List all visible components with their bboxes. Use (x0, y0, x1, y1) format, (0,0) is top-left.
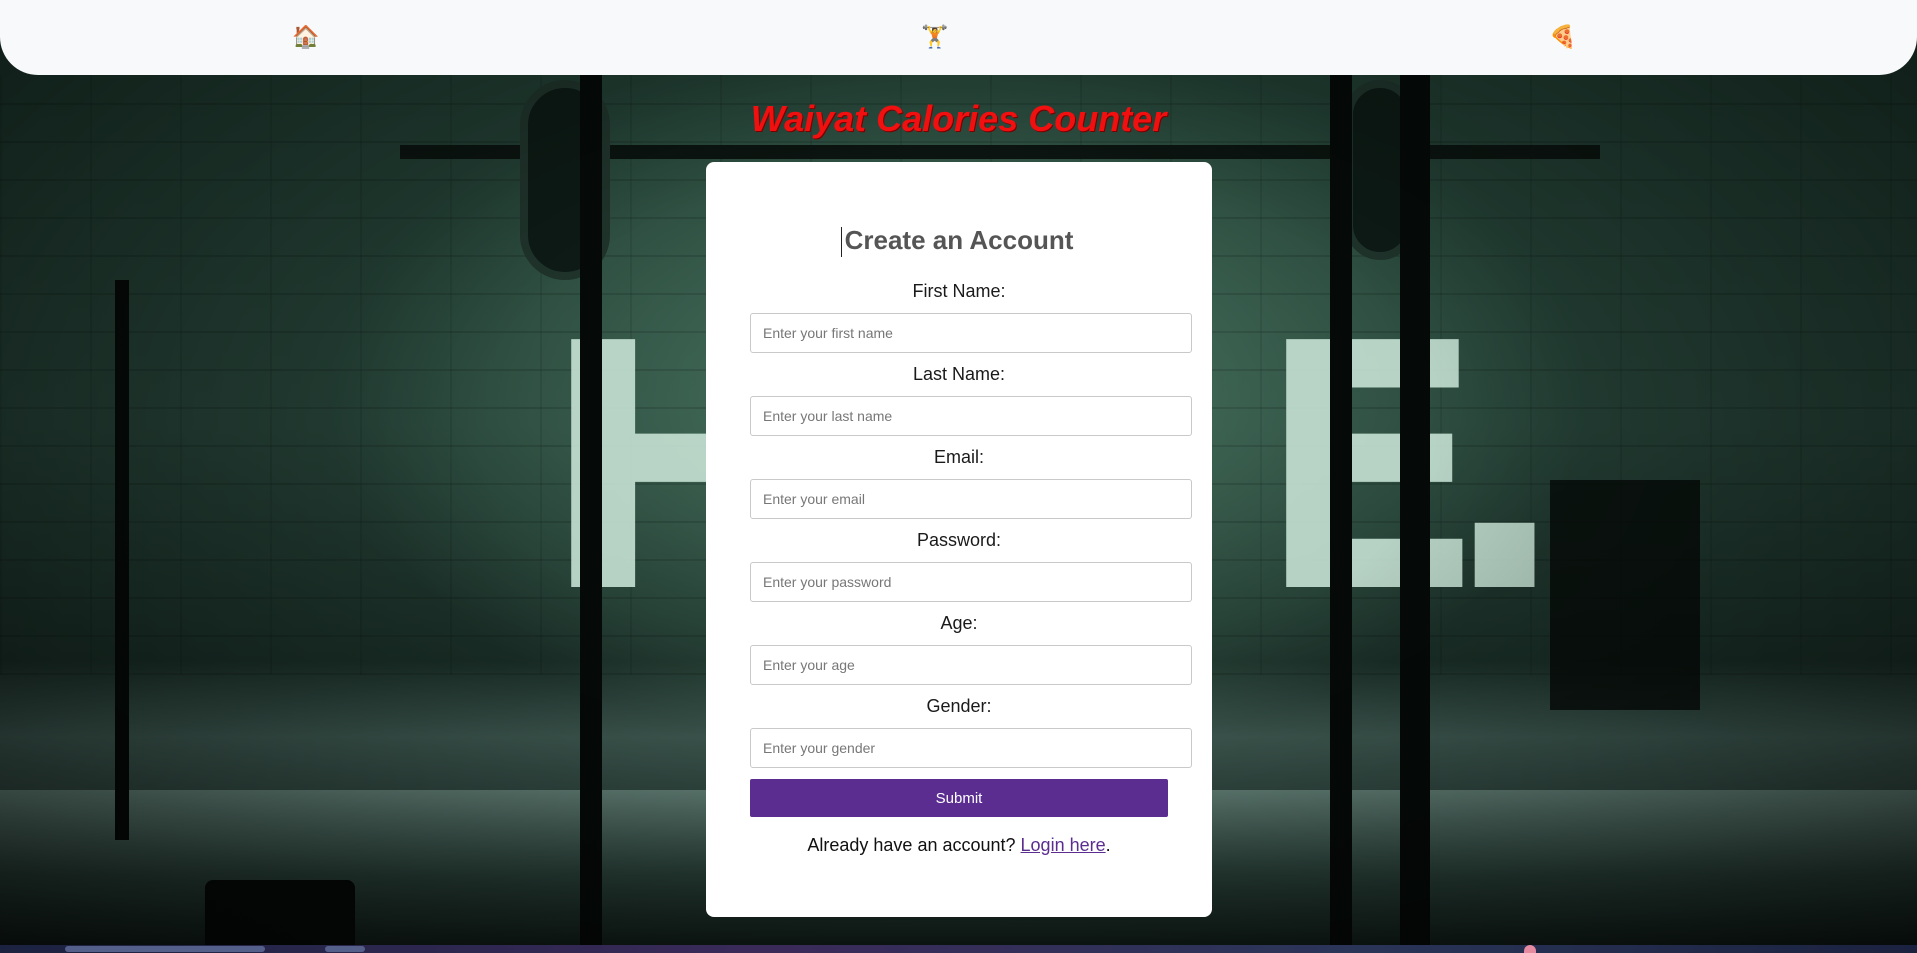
age-label: Age: (940, 613, 978, 633)
top-nav: 🏠 🏋 🍕 (0, 0, 1917, 75)
signup-form: Create an Account First Name: Last Name:… (706, 162, 1212, 917)
first-name-input[interactable] (750, 313, 1192, 353)
login-prompt: Already have an account? Login here. (706, 835, 1212, 856)
age-input[interactable] (750, 645, 1192, 685)
last-name-input[interactable] (750, 396, 1192, 436)
os-taskbar (0, 945, 1917, 953)
weightlifter-icon[interactable]: 🏋 (921, 24, 949, 52)
form-heading: Create an Account (844, 225, 1074, 255)
email-label: Email: (933, 447, 984, 467)
text-caret (841, 227, 842, 257)
home-icon[interactable]: 🏠 (292, 24, 320, 52)
taskbar-item[interactable] (325, 946, 365, 952)
gender-label: Gender: (926, 696, 992, 716)
taskbar-indicator (1524, 945, 1536, 953)
last-name-label: Last Name: (912, 364, 1006, 384)
login-link[interactable]: Login here (1021, 835, 1106, 855)
email-input[interactable] (750, 479, 1192, 519)
first-name-label: First Name: (912, 281, 1006, 301)
gender-input[interactable] (750, 728, 1192, 768)
login-suffix: . (1105, 835, 1111, 855)
pizza-icon[interactable]: 🍕 (1549, 24, 1577, 52)
submit-button[interactable]: Submit (750, 779, 1168, 817)
password-input[interactable] (750, 562, 1192, 602)
login-prompt-text: Already have an account? (807, 835, 1021, 855)
app-title: Waiyat Calories Counter (750, 98, 1167, 139)
taskbar-item[interactable] (65, 946, 265, 952)
password-label: Password: (916, 530, 1002, 550)
